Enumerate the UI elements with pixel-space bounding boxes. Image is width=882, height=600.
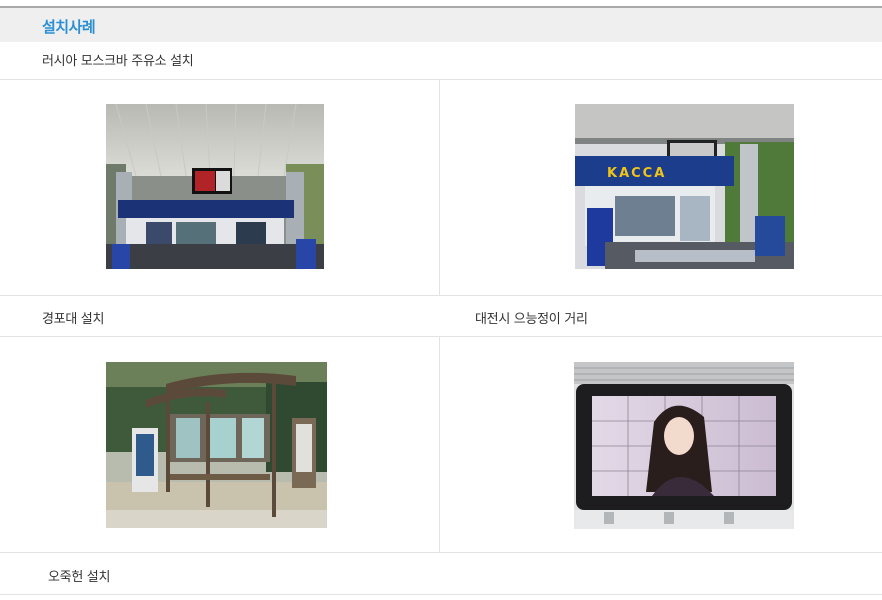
section-header: 설치사례: [0, 8, 882, 42]
case-caption-ojukheon: 오죽헌 설치: [48, 570, 111, 585]
photo-gyeongpodae-shelter[interactable]: [106, 362, 327, 528]
column-divider: [439, 337, 440, 552]
row-divider: [0, 295, 882, 296]
row-divider: [0, 79, 882, 80]
row-divider: [0, 594, 882, 595]
case-caption-moscow: 러시아 모스크바 주유소 설치: [42, 54, 194, 69]
case-caption-daejeon: 대전시 으능정이 거리: [475, 312, 588, 327]
row-divider: [0, 552, 882, 553]
kacca-sign: KACCA: [607, 166, 666, 181]
section-title: 설치사례: [42, 18, 96, 36]
row-divider: [0, 336, 882, 337]
photo-moscow-gas-station-2[interactable]: KACCA: [575, 104, 794, 269]
photo-daejeon-video-wall[interactable]: [574, 362, 794, 529]
case-caption-gyeongpodae: 경포대 설치: [42, 312, 105, 327]
column-divider: [439, 80, 440, 295]
photo-moscow-gas-station-1[interactable]: [106, 104, 324, 269]
